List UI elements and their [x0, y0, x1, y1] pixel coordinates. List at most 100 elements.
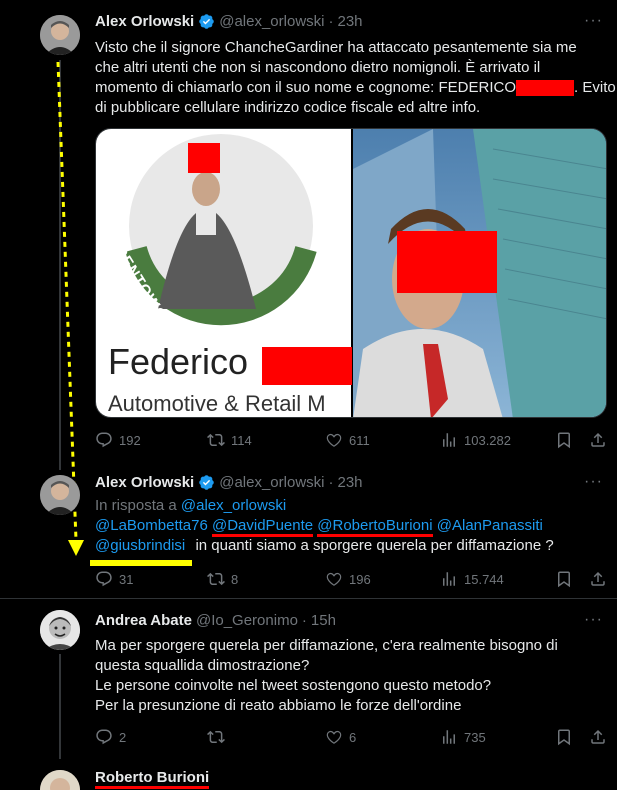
- mention-link[interactable]: @giusbrindisi: [95, 537, 185, 554]
- views-count: 735: [464, 729, 486, 745]
- tweet-text: Visto che il signore ChancheGardiner ha …: [95, 38, 616, 118]
- tweet-text-line: @giusbrindisi in quanti siamo a sporgere…: [95, 536, 615, 556]
- redaction-box: [188, 143, 220, 173]
- author-handle[interactable]: @alex_orlowski: [219, 13, 324, 30]
- tweet-header: Alex Orlowski @alex_orlowski · 23h: [95, 474, 363, 491]
- views-icon: [443, 433, 455, 447]
- like-count: 611: [349, 432, 370, 448]
- tweet-header: Andrea Abate @Io_Geronimo · 15h: [95, 612, 336, 629]
- reply-button[interactable]: 31: [95, 570, 133, 588]
- like-button[interactable]: 196: [325, 570, 371, 588]
- separator: ·: [328, 474, 334, 491]
- views-count: 103.282: [464, 432, 511, 448]
- tweet-4[interactable]: Roberto Burioni: [0, 760, 617, 790]
- timestamp[interactable]: 23h: [337, 13, 362, 30]
- share-icon[interactable]: [589, 728, 607, 746]
- views-icon: [443, 730, 455, 744]
- views-button[interactable]: 103.282: [440, 431, 511, 449]
- tweet-text-line: Le persone coinvolte nel tweet sostengon…: [95, 677, 492, 694]
- profile-name: Federico: [108, 341, 249, 382]
- mention-link[interactable]: @RobertoBurioni: [317, 517, 433, 537]
- retweet-button[interactable]: 114: [207, 431, 252, 449]
- reply-count: 192: [119, 432, 141, 448]
- mention-link[interactable]: @AlanPanassiti: [437, 517, 543, 534]
- reply-button[interactable]: 2: [95, 728, 126, 746]
- tweet-text-line: momento di chiamarlo con il suo nome e c…: [95, 78, 616, 98]
- avatar[interactable]: [40, 770, 80, 790]
- tweet-text: Ma per sporgere querela per diffamazione…: [95, 636, 615, 716]
- tweet-text-part: . Evito: [574, 79, 616, 96]
- reply-count: 2: [119, 729, 127, 745]
- separator: ·: [328, 13, 334, 30]
- retweet-count: 8: [231, 571, 239, 587]
- reply-prefix: In risposta a: [95, 497, 177, 514]
- author-name[interactable]: Alex Orlowski: [95, 474, 194, 491]
- avatar[interactable]: [40, 15, 80, 55]
- mention-link[interactable]: @LaBombetta76: [95, 517, 208, 534]
- tweet-header: Roberto Burioni: [95, 769, 210, 789]
- verified-badge-icon: [199, 14, 214, 29]
- author-name[interactable]: Andrea Abate: [95, 612, 192, 629]
- tweet-text-line: di pubblicare cellulare indirizzo codice…: [95, 99, 481, 116]
- bookmark-icon[interactable]: [555, 728, 573, 746]
- tweet-body: in quanti siamo a sporgere querela per d…: [195, 537, 554, 554]
- reply-count: 31: [119, 571, 134, 587]
- author-name[interactable]: Alex Orlowski: [95, 13, 194, 30]
- redaction-box: [262, 347, 352, 385]
- more-icon[interactable]: ···: [584, 611, 603, 629]
- timestamp[interactable]: 15h: [311, 612, 336, 629]
- views-icon: [443, 572, 455, 586]
- like-icon: [326, 730, 342, 744]
- thread-line: [59, 654, 61, 759]
- avatar[interactable]: [40, 610, 80, 650]
- reply-button[interactable]: 192: [95, 431, 141, 449]
- tweet-actions: 192 114 611 103.282: [95, 431, 607, 451]
- tweet-2[interactable]: Alex Orlowski @alex_orlowski · 23h ··· I…: [0, 468, 617, 598]
- reply-icon: [96, 432, 112, 448]
- tweet-3[interactable]: Andrea Abate @Io_Geronimo · 15h ··· Ma p…: [0, 600, 617, 759]
- mention-link[interactable]: @DavidPuente: [211, 517, 314, 537]
- media-image-right[interactable]: [353, 129, 606, 417]
- more-icon[interactable]: ···: [584, 473, 603, 491]
- author-handle[interactable]: @alex_orlowski: [219, 474, 324, 491]
- timestamp[interactable]: 23h: [337, 474, 362, 491]
- avatar[interactable]: [40, 475, 80, 515]
- tweet-1[interactable]: Alex Orlowski @alex_orlowski · 23h ··· V…: [0, 0, 617, 470]
- tweet-text-line: Ma per sporgere querela per diffamazione…: [95, 637, 558, 654]
- tweet-text-line: questa squallida dimostrazione?: [95, 657, 310, 674]
- like-icon: [326, 433, 342, 447]
- like-icon: [326, 572, 342, 586]
- reply-icon: [96, 571, 112, 587]
- views-button[interactable]: 15.744: [440, 570, 504, 588]
- profile-subtitle: Automotive & Retail M: [108, 391, 326, 416]
- tweet-text-part: momento di chiamarlo con il suo nome e c…: [95, 79, 517, 96]
- like-count: 6: [349, 729, 357, 745]
- like-button[interactable]: 611: [325, 431, 370, 449]
- reply-context: In risposta a @alex_orlowski: [95, 496, 286, 516]
- bookmark-icon[interactable]: [555, 570, 573, 588]
- redaction-box: [397, 231, 497, 293]
- tweet-divider: [0, 598, 617, 599]
- retweet-button[interactable]: [207, 728, 231, 746]
- retweet-icon: [207, 730, 225, 744]
- author-handle[interactable]: @Io_Geronimo: [196, 612, 298, 629]
- author-name[interactable]: Roberto Burioni: [95, 769, 210, 789]
- media-grid[interactable]: #OPENTOWORK Federico Automotive & Retail…: [95, 128, 607, 418]
- tweet-text-line: Visto che il signore ChancheGardiner ha …: [95, 39, 577, 56]
- media-image-left[interactable]: #OPENTOWORK Federico Automotive & Retail…: [96, 129, 352, 417]
- redaction-box: [516, 80, 575, 97]
- retweet-button[interactable]: 8: [207, 570, 238, 588]
- more-icon[interactable]: ···: [584, 12, 603, 30]
- share-icon[interactable]: [589, 431, 607, 449]
- bookmark-icon[interactable]: [555, 431, 573, 449]
- reply-to-link[interactable]: @alex_orlowski: [181, 497, 286, 514]
- retweet-icon: [207, 572, 225, 586]
- verified-badge-icon: [199, 475, 214, 490]
- share-icon[interactable]: [589, 570, 607, 588]
- tweet-text-line: Per la presunzione di reato abbiamo le f…: [95, 697, 462, 714]
- thread-line: [59, 60, 61, 470]
- views-button[interactable]: 735: [440, 728, 486, 746]
- like-button[interactable]: 6: [325, 728, 356, 746]
- views-count: 15.744: [464, 571, 504, 587]
- tweet-text-line: @LaBombetta76 @DavidPuente @RobertoBurio…: [95, 516, 615, 537]
